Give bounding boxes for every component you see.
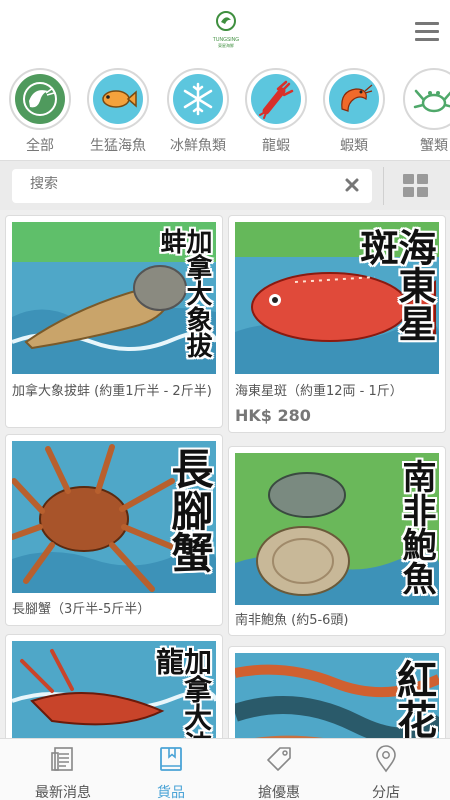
product-image-text: 南非鮑魚: [396, 459, 436, 595]
product-price: HK$ 280: [235, 406, 311, 425]
search-bar: [0, 160, 450, 210]
product-title: 南非鮑魚 (約5-6頭): [235, 613, 349, 628]
product-title: 海東星斑（約重12両 - 1斤）: [235, 384, 403, 399]
category-frozen-fish[interactable]: 冰鮮魚類: [163, 68, 233, 155]
location-pin-icon: [376, 745, 396, 773]
category-label: 全部: [26, 138, 54, 154]
logo-mark-icon: [216, 11, 236, 31]
category-label: 冰鮮魚類: [170, 138, 226, 154]
grid-view-icon[interactable]: [403, 174, 429, 198]
search-input[interactable]: [30, 176, 330, 192]
fish-icon: [93, 74, 143, 124]
news-icon: [51, 747, 73, 771]
category-label: 蟹類: [420, 138, 448, 154]
product-title: 加拿大象拔蚌 (約重1斤半 - 2斤半): [12, 384, 212, 399]
product-grid: 加拿大象拔蚌 加拿大象拔蚌 (約重1斤半 - 2斤半) 海東星斑 海東星斑（約重…: [0, 210, 450, 738]
product-image: 加拿大波龍: [12, 641, 216, 738]
tag-icon: [267, 747, 291, 771]
tab-deals[interactable]: 搶優惠: [223, 745, 335, 800]
clear-icon[interactable]: [344, 177, 360, 193]
shrimp-green-icon: [15, 74, 65, 124]
product-image-text: 加拿大波龍: [152, 647, 213, 738]
product-image: 長腳蟹: [12, 441, 216, 593]
tab-label: 搶優惠: [258, 785, 300, 800]
search-box: [12, 169, 372, 203]
product-image: 南非鮑魚: [235, 453, 439, 605]
hamburger-menu-icon[interactable]: [415, 22, 441, 44]
product-image-text: 紅花: [390, 659, 437, 738]
product-card[interactable]: 加拿大象拔蚌 加拿大象拔蚌 (約重1斤半 - 2斤半): [5, 215, 223, 428]
product-image: 海東星斑: [235, 222, 439, 374]
product-card[interactable]: 海東星斑 海東星斑（約重12両 - 1斤） HK$ 280: [228, 215, 446, 433]
category-lobster[interactable]: 龍蝦: [241, 68, 311, 155]
tab-products[interactable]: 貨品: [115, 745, 227, 800]
product-card[interactable]: 加拿大波龍: [5, 634, 223, 738]
brand-logo[interactable]: TUNGSING 東星海鮮: [209, 10, 243, 50]
snowflake-icon: [173, 74, 223, 124]
tab-news[interactable]: 最新消息: [7, 745, 119, 800]
category-all[interactable]: 全部: [5, 68, 75, 155]
logo-subtext: 東星海鮮: [218, 43, 234, 48]
category-label: 生猛海魚: [90, 138, 146, 154]
crab-icon: [409, 74, 450, 124]
product-image: 紅花: [235, 653, 439, 738]
product-image-text: 加拿大象拔蚌: [156, 228, 212, 358]
category-strip: 全部 生猛海魚 冰鮮魚類 龍蝦 蝦類 蟹類: [0, 62, 450, 160]
product-title: 長腳蟹（3斤半-5斤半）: [12, 602, 151, 617]
bottom-tab-bar: 最新消息 貨品 搶優惠 分店: [0, 738, 450, 800]
tab-branches[interactable]: 分店: [330, 745, 442, 800]
tab-label: 最新消息: [35, 785, 91, 800]
tab-label: 貨品: [157, 785, 185, 800]
product-card[interactable]: 長腳蟹 長腳蟹（3斤半-5斤半）: [5, 434, 223, 626]
product-image-text: 海東星斑: [354, 228, 437, 342]
app-header: TUNGSING 東星海鮮: [0, 0, 450, 62]
category-live-fish[interactable]: 生猛海魚: [83, 68, 153, 155]
category-label: 龍蝦: [262, 138, 290, 154]
category-shrimp[interactable]: 蝦類: [319, 68, 389, 155]
product-card[interactable]: 南非鮑魚 南非鮑魚 (約5-6頭): [228, 446, 446, 636]
product-card[interactable]: 紅花: [228, 646, 446, 738]
book-icon: [160, 747, 182, 771]
category-crab[interactable]: 蟹類: [399, 68, 450, 155]
lobster-icon: [251, 74, 301, 124]
category-label: 蝦類: [340, 138, 368, 154]
tab-label: 分店: [372, 785, 400, 800]
divider: [383, 167, 384, 205]
product-image-text: 長腳蟹: [165, 447, 214, 573]
shrimp-icon: [329, 74, 379, 124]
product-image: 加拿大象拔蚌: [12, 222, 216, 374]
